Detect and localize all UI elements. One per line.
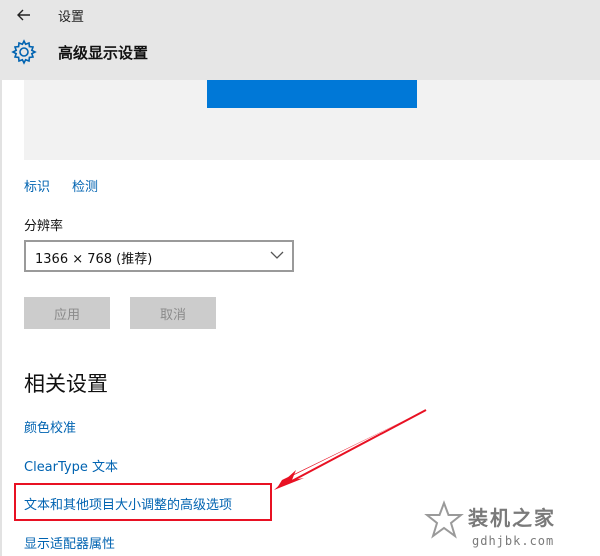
apply-button[interactable]: 应用: [24, 297, 110, 329]
annotation-highlight-box: [14, 483, 272, 521]
display-preview: [24, 80, 600, 160]
back-button[interactable]: [12, 2, 36, 28]
monitor-thumbnail[interactable]: [207, 80, 417, 108]
resolution-label: 分辨率: [24, 219, 64, 234]
watermark: 装机之家 gdhjbk.com: [424, 498, 600, 556]
adapter-properties-link[interactable]: 显示适配器属性: [24, 533, 115, 552]
scroll-edge: [0, 80, 2, 556]
identify-link[interactable]: 标识: [24, 176, 50, 195]
cleartype-link[interactable]: ClearType 文本: [24, 456, 118, 475]
cancel-button[interactable]: 取消: [130, 297, 216, 329]
detect-link[interactable]: 检测: [72, 176, 98, 195]
page-title: 高级显示设置: [58, 44, 149, 62]
back-arrow-icon: [17, 9, 30, 21]
title-bar: 设置 高级显示设置: [0, 0, 600, 80]
app-title: 设置: [58, 10, 85, 25]
watermark-url: gdhjbk.com: [472, 534, 555, 548]
resolution-dropdown[interactable]: 1366 × 768 (推荐): [24, 240, 294, 272]
color-calibration-link[interactable]: 颜色校准: [24, 417, 76, 436]
resolution-value: 1366 × 768 (推荐): [35, 252, 153, 267]
gear-icon: [11, 39, 37, 65]
related-settings-heading: 相关设置: [24, 372, 108, 396]
star-logo-icon: [424, 500, 464, 539]
watermark-brand: 装机之家: [468, 506, 556, 530]
chevron-down-icon: [270, 251, 284, 259]
